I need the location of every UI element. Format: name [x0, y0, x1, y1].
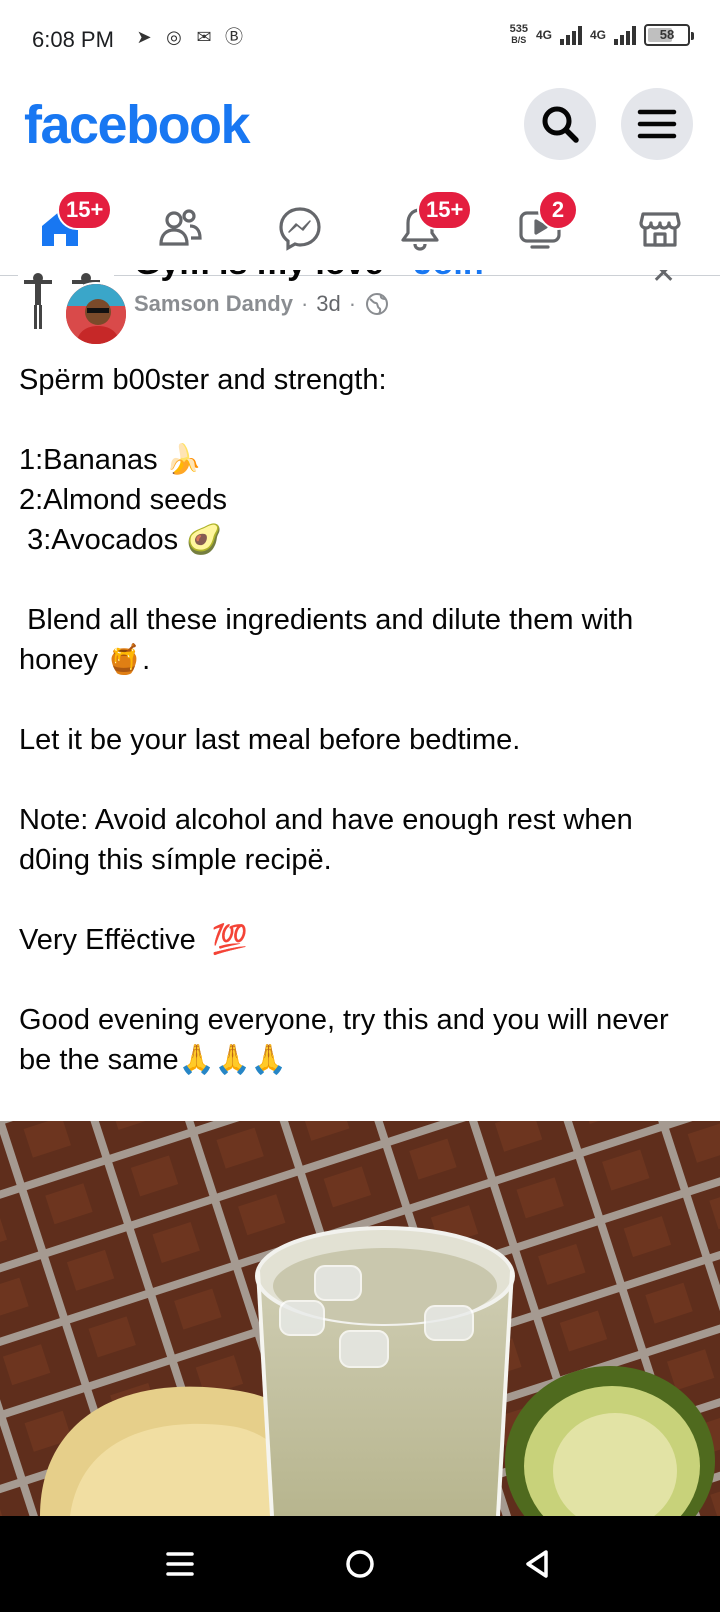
home-button-icon[interactable] [340, 1544, 380, 1584]
post-photo[interactable] [0, 1121, 720, 1516]
network-speed: 535 B/S [510, 24, 528, 46]
post-line: Good evening everyone, try this and you … [19, 1004, 677, 1076]
join-button[interactable]: Join [414, 270, 484, 282]
tab-messenger[interactable] [240, 180, 360, 275]
app-header: facebook [0, 80, 720, 180]
post-line: Blend all these ingredients and dilute t… [19, 604, 642, 676]
friends-icon [159, 208, 202, 246]
status-right: 535 B/S 4G 4G 58 [510, 24, 694, 46]
facebook-logo[interactable]: facebook [24, 94, 251, 156]
tab-notifications[interactable]: 15+ [360, 180, 480, 275]
post-line [19, 760, 699, 800]
network-type-1: 4G [535, 28, 552, 42]
speed-value: 535 [509, 23, 528, 35]
search-button[interactable] [524, 88, 596, 160]
avatar[interactable] [64, 282, 128, 346]
notifications-badge: 15+ [417, 190, 473, 230]
b-app-icon: Ⓑ [225, 27, 243, 47]
system-nav-bar [0, 1516, 720, 1612]
post-line: Note: Avoid alcohol and have enough rest… [19, 804, 641, 876]
group-name[interactable]: Gym is my love · Join [134, 270, 484, 283]
post-meta: Samson Dandy · 3d · [134, 291, 390, 317]
post-line [19, 880, 699, 920]
battery-level: 58 [659, 27, 675, 42]
post-text: Spërm b00ster and strength: 1:Bananas 🍌 … [19, 360, 699, 1080]
separator: · [393, 270, 404, 282]
tab-home[interactable]: 15+ [0, 180, 120, 275]
messenger-icon [279, 206, 321, 251]
post-line [19, 960, 699, 1000]
notification-icons: ➤ ◎ ✉ Ⓑ [133, 26, 245, 48]
separator: · [300, 291, 309, 316]
post-line [19, 560, 699, 600]
status-time: 6:08 PM [32, 27, 114, 52]
signal-icon [614, 25, 636, 45]
post-line: Spërm b00ster and strength: [19, 364, 387, 396]
tab-friends[interactable] [120, 180, 240, 275]
top-tab-bar: 15+ 15+ 2 [0, 180, 720, 276]
separator: · [348, 291, 357, 316]
video-badge: 2 [538, 190, 578, 230]
recent-apps-icon[interactable] [160, 1544, 200, 1584]
menu-button[interactable] [621, 88, 693, 160]
post-header: Gym is my love · Join ··· ✕ Samson Dandy… [0, 270, 720, 354]
post-line: Very Effëctive 💯 [19, 924, 248, 956]
author-photo [66, 284, 126, 344]
marketplace-icon [639, 211, 681, 247]
speed-unit: B/S [511, 35, 527, 45]
post-line: Let it be your last meal before bedtime. [19, 724, 521, 756]
post-line [19, 680, 699, 720]
mail-icon: ✉ [196, 27, 212, 47]
author-name[interactable]: Samson Dandy [134, 291, 293, 317]
home-badge: 15+ [57, 190, 113, 230]
post-line: 2:Almond seeds [19, 484, 227, 516]
battery-icon: 58 [644, 24, 694, 46]
post-line: 1:Bananas 🍌 [19, 444, 202, 476]
whatsapp-icon: ◎ [166, 27, 182, 47]
network-type-2: 4G [589, 28, 606, 42]
signal-icon [559, 25, 582, 45]
smoothie-photo [0, 1121, 720, 1516]
group-name-text[interactable]: Gym is my love [134, 270, 383, 282]
post-line: 3:Avocados 🥑 [19, 524, 223, 556]
post-close-button[interactable]: ✕ [651, 270, 676, 291]
globe-icon [366, 293, 389, 315]
status-bar: 6:08 PM ➤ ◎ ✉ Ⓑ 535 B/S 4G 4G 58 [0, 0, 720, 80]
search-icon [542, 106, 579, 143]
post-time[interactable]: 3d [316, 291, 340, 317]
post-line [19, 400, 699, 440]
tab-marketplace[interactable] [600, 180, 720, 275]
telegram-icon: ➤ [136, 27, 152, 47]
back-icon[interactable] [518, 1544, 558, 1584]
hamburger-menu-icon [637, 109, 677, 139]
post-more-button[interactable]: ··· [587, 270, 623, 274]
tab-video[interactable]: 2 [480, 180, 600, 275]
